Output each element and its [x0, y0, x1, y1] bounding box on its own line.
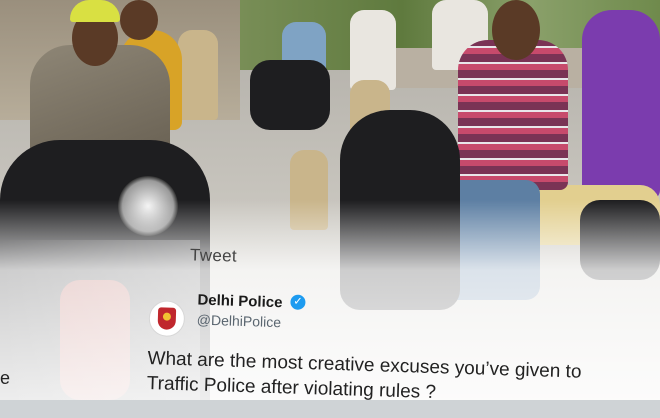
rider-purple-shirt	[582, 10, 660, 200]
account-name: Delhi Police	[197, 291, 283, 312]
rider-head	[120, 0, 158, 40]
verified-icon: ✓	[290, 294, 306, 310]
cutoff-text: e	[0, 368, 11, 388]
rider-plaid-head	[492, 0, 540, 60]
account-handle: @DelhiPolice	[196, 311, 282, 331]
delhi-police-badge-icon	[148, 300, 186, 338]
officer	[178, 30, 218, 120]
tweet-text: What are the most creative excuses you’v…	[146, 346, 657, 412]
parked-scooter	[250, 60, 330, 130]
tweet-label: Tweet	[189, 245, 238, 266]
officer-white-shirt	[350, 10, 396, 90]
cap	[70, 0, 120, 22]
tweet-card: Delhi Police ✓ @DelhiPolice What are the…	[144, 282, 660, 418]
rider-plaid-shirt	[458, 40, 568, 190]
